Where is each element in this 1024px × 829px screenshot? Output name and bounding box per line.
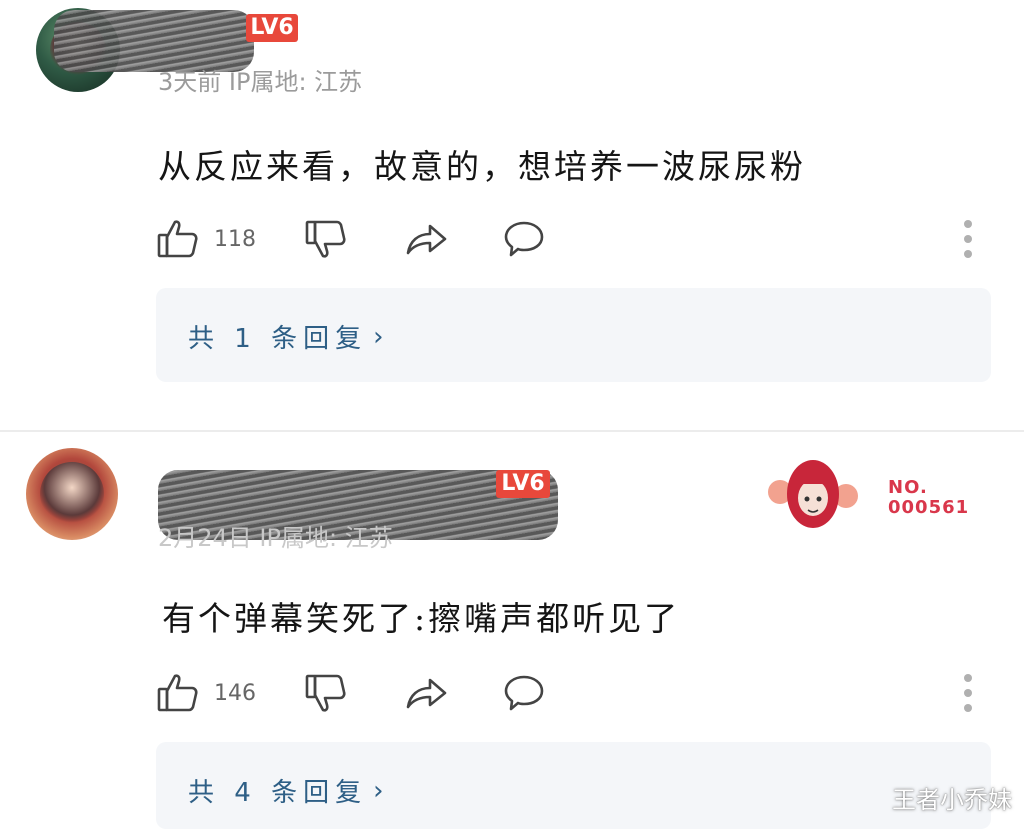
fan-badge-number: NO. 000561 xyxy=(888,478,969,518)
dislike-button[interactable] xyxy=(304,214,348,264)
comment-actions: 118 xyxy=(0,214,1024,264)
more-options-button[interactable] xyxy=(958,214,978,264)
share-arrow-icon xyxy=(406,224,447,255)
like-count: 118 xyxy=(214,226,256,252)
level-badge: LV6 xyxy=(246,14,298,42)
watermark: 王者小乔妹 xyxy=(892,786,1012,814)
like-button[interactable]: 146 xyxy=(156,668,256,718)
comment-item: LV6 3天前 IP属地: 江苏 从反应来看，故意的，想培养一波尿尿粉 118 xyxy=(0,0,1024,430)
speech-bubble-icon xyxy=(504,675,544,711)
reply-button[interactable] xyxy=(502,214,546,264)
level-badge: LV6 xyxy=(496,470,550,498)
replies-panel: 共 4 条回复 › xyxy=(156,742,991,829)
avatar-image xyxy=(40,462,104,526)
share-button[interactable] xyxy=(404,668,448,718)
share-button[interactable] xyxy=(404,214,448,264)
replies-count-label: 共 1 条回复 xyxy=(188,324,368,354)
fan-badge-line2: 000561 xyxy=(888,497,970,518)
thumbs-down-icon xyxy=(305,220,346,258)
replies-count-label: 共 4 条回复 xyxy=(188,778,368,808)
user-avatar[interactable] xyxy=(26,448,118,540)
like-count: 146 xyxy=(214,680,256,706)
comment-actions: 146 xyxy=(0,668,1024,718)
more-options-button[interactable] xyxy=(958,668,978,718)
dislike-button[interactable] xyxy=(304,668,348,718)
comment-item: LV6 2月24日 IP属地: 江苏 有个弹幕笑死了:擦嘴声都听见了 146 共… xyxy=(0,432,1024,829)
thumbs-up-icon xyxy=(157,220,198,258)
chevron-right-icon: › xyxy=(373,775,390,806)
view-replies-link[interactable]: 共 4 条回复 › xyxy=(188,772,389,809)
chevron-right-icon: › xyxy=(373,321,390,352)
vertical-dots-icon xyxy=(964,220,972,228)
comment-meta: 2月24日 IP属地: 江苏 xyxy=(158,524,393,552)
share-arrow-icon xyxy=(406,678,447,709)
replies-panel: 共 1 条回复 › xyxy=(156,288,991,382)
comment-text: 从反应来看，故意的，想培养一波尿尿粉 xyxy=(158,147,806,186)
speech-bubble-icon xyxy=(504,221,544,257)
thumbs-up-icon xyxy=(157,674,198,712)
comment-text: 有个弹幕笑死了:擦嘴声都听见了 xyxy=(162,599,681,638)
view-replies-link[interactable]: 共 1 条回复 › xyxy=(188,318,389,355)
fan-badge-image xyxy=(768,460,858,528)
reply-button[interactable] xyxy=(502,668,546,718)
like-button[interactable]: 118 xyxy=(156,214,256,264)
comment-meta: 3天前 IP属地: 江苏 xyxy=(158,68,363,96)
vertical-dots-icon xyxy=(964,674,972,682)
thumbs-down-icon xyxy=(305,674,346,712)
fan-badge-line1: NO. xyxy=(888,477,928,498)
